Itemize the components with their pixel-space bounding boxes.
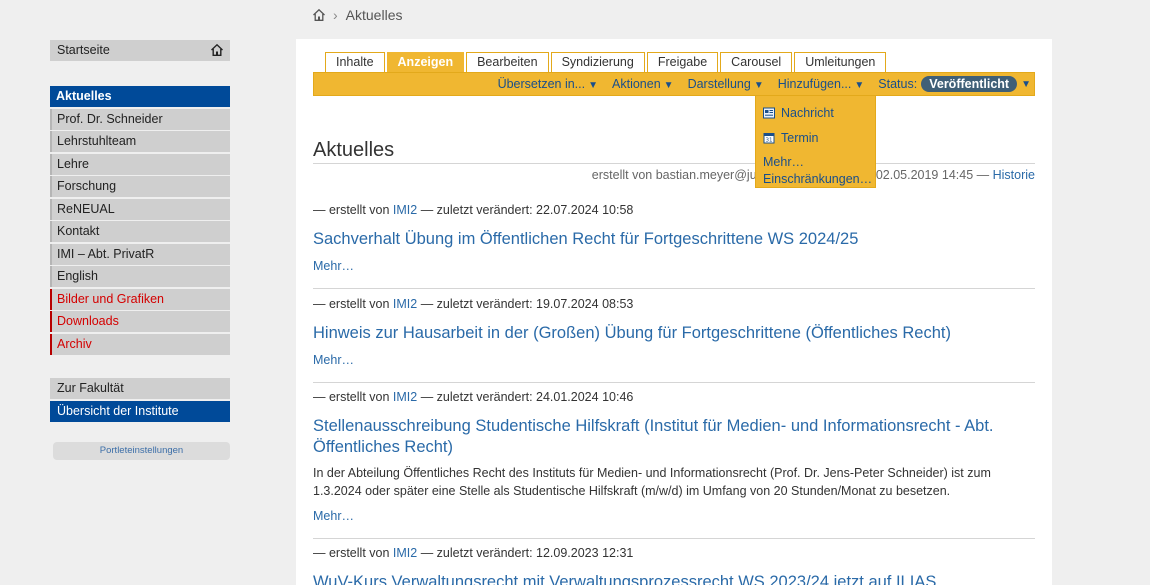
- breadcrumb-separator: ›: [333, 7, 338, 23]
- tab-carousel[interactable]: Carousel: [720, 52, 793, 73]
- add-menu[interactable]: Hinzufügen... ▼: [778, 77, 865, 91]
- sidebar-item-downloads[interactable]: Downloads: [50, 311, 230, 332]
- tab-bearbeiten[interactable]: Bearbeiten: [466, 52, 549, 73]
- sidebar-item-label: ReNEUAL: [57, 201, 115, 216]
- chevron-down-icon: ▼: [753, 80, 764, 91]
- list-item: — erstellt von IMI2 — zuletzt verändert:…: [313, 390, 1035, 523]
- sidebar-item-label: Lehre: [57, 156, 89, 171]
- display-menu[interactable]: Darstellung ▼: [688, 77, 764, 91]
- author-link[interactable]: IMI2: [393, 546, 417, 560]
- entry-meta: — erstellt von IMI2 — zuletzt verändert:…: [313, 546, 634, 560]
- add-menu-dropdown: Nachricht 31 Termin Mehr… Einschränkunge…: [755, 95, 876, 188]
- entry-divider: [313, 382, 1035, 383]
- sidebar-item-label: Startseite: [57, 43, 110, 57]
- sidebar-item-label: Downloads: [57, 314, 119, 328]
- chevron-down-icon[interactable]: ▼: [1021, 79, 1031, 90]
- tab-umleitungen[interactable]: Umleitungen: [794, 52, 887, 73]
- entry-meta: — erstellt von IMI2 — zuletzt verändert:…: [313, 297, 634, 311]
- sidebar-item-imi-privatr[interactable]: IMI – Abt. PrivatR: [50, 243, 230, 265]
- content-toolbar: Übersetzen in... ▼ Aktionen ▼ Darstellung ▼…: [313, 72, 1035, 96]
- portlet-settings-button[interactable]: Portleteinstellungen: [53, 442, 230, 460]
- sidebar-item-label: Aktuelles: [56, 89, 112, 103]
- sidebar-item-archiv[interactable]: Archiv: [50, 333, 230, 355]
- add-restrictions-item[interactable]: Einschränkungen…: [763, 172, 872, 186]
- sidebar-item-label: Prof. Dr. Schneider: [57, 111, 163, 126]
- svg-text:31: 31: [766, 138, 773, 144]
- read-more-link[interactable]: Mehr…: [313, 259, 1035, 273]
- actions-menu[interactable]: Aktionen ▼: [612, 77, 674, 91]
- sidebar-item-label: English: [57, 269, 98, 283]
- status-badge[interactable]: Veröffentlicht: [921, 76, 1018, 92]
- entry-title-link[interactable]: Stellenausschreibung Studentische Hilfsk…: [313, 416, 1013, 458]
- entry-title-link[interactable]: Hinweis zur Hausarbeit in der (Großen) Ü…: [313, 323, 1035, 344]
- sidebar-item-prof-schneider[interactable]: Prof. Dr. Schneider: [50, 108, 230, 130]
- main-content: Inhalte Anzeigen Bearbeiten Syndizierung…: [296, 39, 1052, 585]
- read-more-link[interactable]: Mehr…: [313, 509, 1035, 523]
- sidebar: Startseite Aktuelles Prof. Dr. Schneider…: [50, 40, 230, 423]
- sidebar-item-bilder-grafiken[interactable]: Bilder und Grafiken: [50, 288, 230, 310]
- list-item: — erstellt von IMI2 — zuletzt verändert:…: [313, 297, 1035, 367]
- page-title: Aktuelles: [313, 139, 395, 161]
- title-divider: [313, 163, 1035, 164]
- sidebar-item-uebersicht-institute[interactable]: Übersicht der Institute: [50, 400, 230, 422]
- entry-description: In der Abteilung Öffentliches Recht des …: [313, 466, 991, 498]
- breadcrumb-current: Aktuelles: [345, 7, 403, 23]
- author-link[interactable]: IMI2: [393, 390, 417, 404]
- home-icon: [211, 43, 223, 56]
- tab-anzeigen[interactable]: Anzeigen: [386, 52, 465, 73]
- sidebar-item-forschung[interactable]: Forschung: [50, 176, 230, 197]
- sidebar-item-reneual[interactable]: ReNEUAL: [50, 198, 230, 220]
- sidebar-item-label: Archiv: [57, 336, 92, 351]
- news-icon: [763, 107, 775, 119]
- calendar-icon: 31: [763, 133, 775, 144]
- entry-title-link[interactable]: WuV-Kurs Verwaltungsrecht mit Verwaltung…: [313, 572, 1035, 585]
- breadcrumb: › Aktuelles: [312, 6, 402, 24]
- sidebar-item-lehre[interactable]: Lehre: [50, 153, 230, 175]
- read-more-link[interactable]: Mehr…: [313, 353, 1035, 367]
- sidebar-item-zur-fakultaet[interactable]: Zur Fakultät: [50, 378, 230, 399]
- tab-syndizierung[interactable]: Syndizierung: [550, 52, 645, 73]
- sidebar-item-label: Kontakt: [57, 224, 100, 238]
- entry-meta: — erstellt von IMI2 — zuletzt verändert:…: [313, 203, 634, 217]
- author-link[interactable]: IMI2: [393, 297, 417, 311]
- sidebar-item-label: Übersicht der Institute: [57, 403, 179, 418]
- sidebar-item-label: Zur Fakultät: [57, 381, 124, 395]
- sidebar-item-lehrstuhlteam[interactable]: Lehrstuhlteam: [50, 131, 230, 152]
- translate-menu[interactable]: Übersetzen in... ▼: [498, 77, 598, 91]
- list-item: — erstellt von IMI2 — zuletzt verändert:…: [313, 203, 1035, 273]
- tab-inhalte[interactable]: Inhalte: [325, 52, 385, 73]
- add-news-item[interactable]: Nachricht: [763, 106, 834, 120]
- sidebar-item-label: Forschung: [57, 179, 117, 193]
- author-link[interactable]: IMI2: [393, 203, 417, 217]
- sidebar-item-startseite[interactable]: Startseite: [50, 40, 230, 61]
- tab-freigabe[interactable]: Freigabe: [646, 52, 719, 73]
- sidebar-item-aktuelles[interactable]: Aktuelles: [50, 86, 230, 107]
- sidebar-item-kontakt[interactable]: Kontakt: [50, 221, 230, 242]
- home-icon[interactable]: [312, 8, 326, 22]
- add-event-item[interactable]: 31 Termin: [763, 131, 819, 145]
- sidebar-item-english[interactable]: English: [50, 266, 230, 287]
- sidebar-item-label: Lehrstuhlteam: [57, 134, 137, 148]
- entry-divider: [313, 538, 1035, 539]
- entry-meta: — erstellt von IMI2 — zuletzt verändert:…: [313, 390, 634, 404]
- sidebar-item-label: Bilder und Grafiken: [57, 291, 165, 306]
- entry-divider: [313, 288, 1035, 289]
- list-item: — erstellt von IMI2 — zuletzt verändert:…: [313, 546, 1035, 585]
- edit-tabs: Inhalte Anzeigen Bearbeiten Syndizierung…: [325, 52, 888, 73]
- chevron-down-icon: ▼: [854, 80, 865, 91]
- chevron-down-icon: ▼: [663, 80, 674, 91]
- sidebar-item-label: IMI – Abt. PrivatR: [57, 246, 155, 261]
- entry-title-link[interactable]: Sachverhalt Übung im Öffentlichen Recht …: [313, 229, 1035, 250]
- history-link[interactable]: Historie: [993, 168, 1035, 182]
- chevron-down-icon: ▼: [588, 80, 599, 91]
- status-label: Status:: [878, 77, 918, 91]
- add-more-item[interactable]: Mehr…: [763, 155, 804, 169]
